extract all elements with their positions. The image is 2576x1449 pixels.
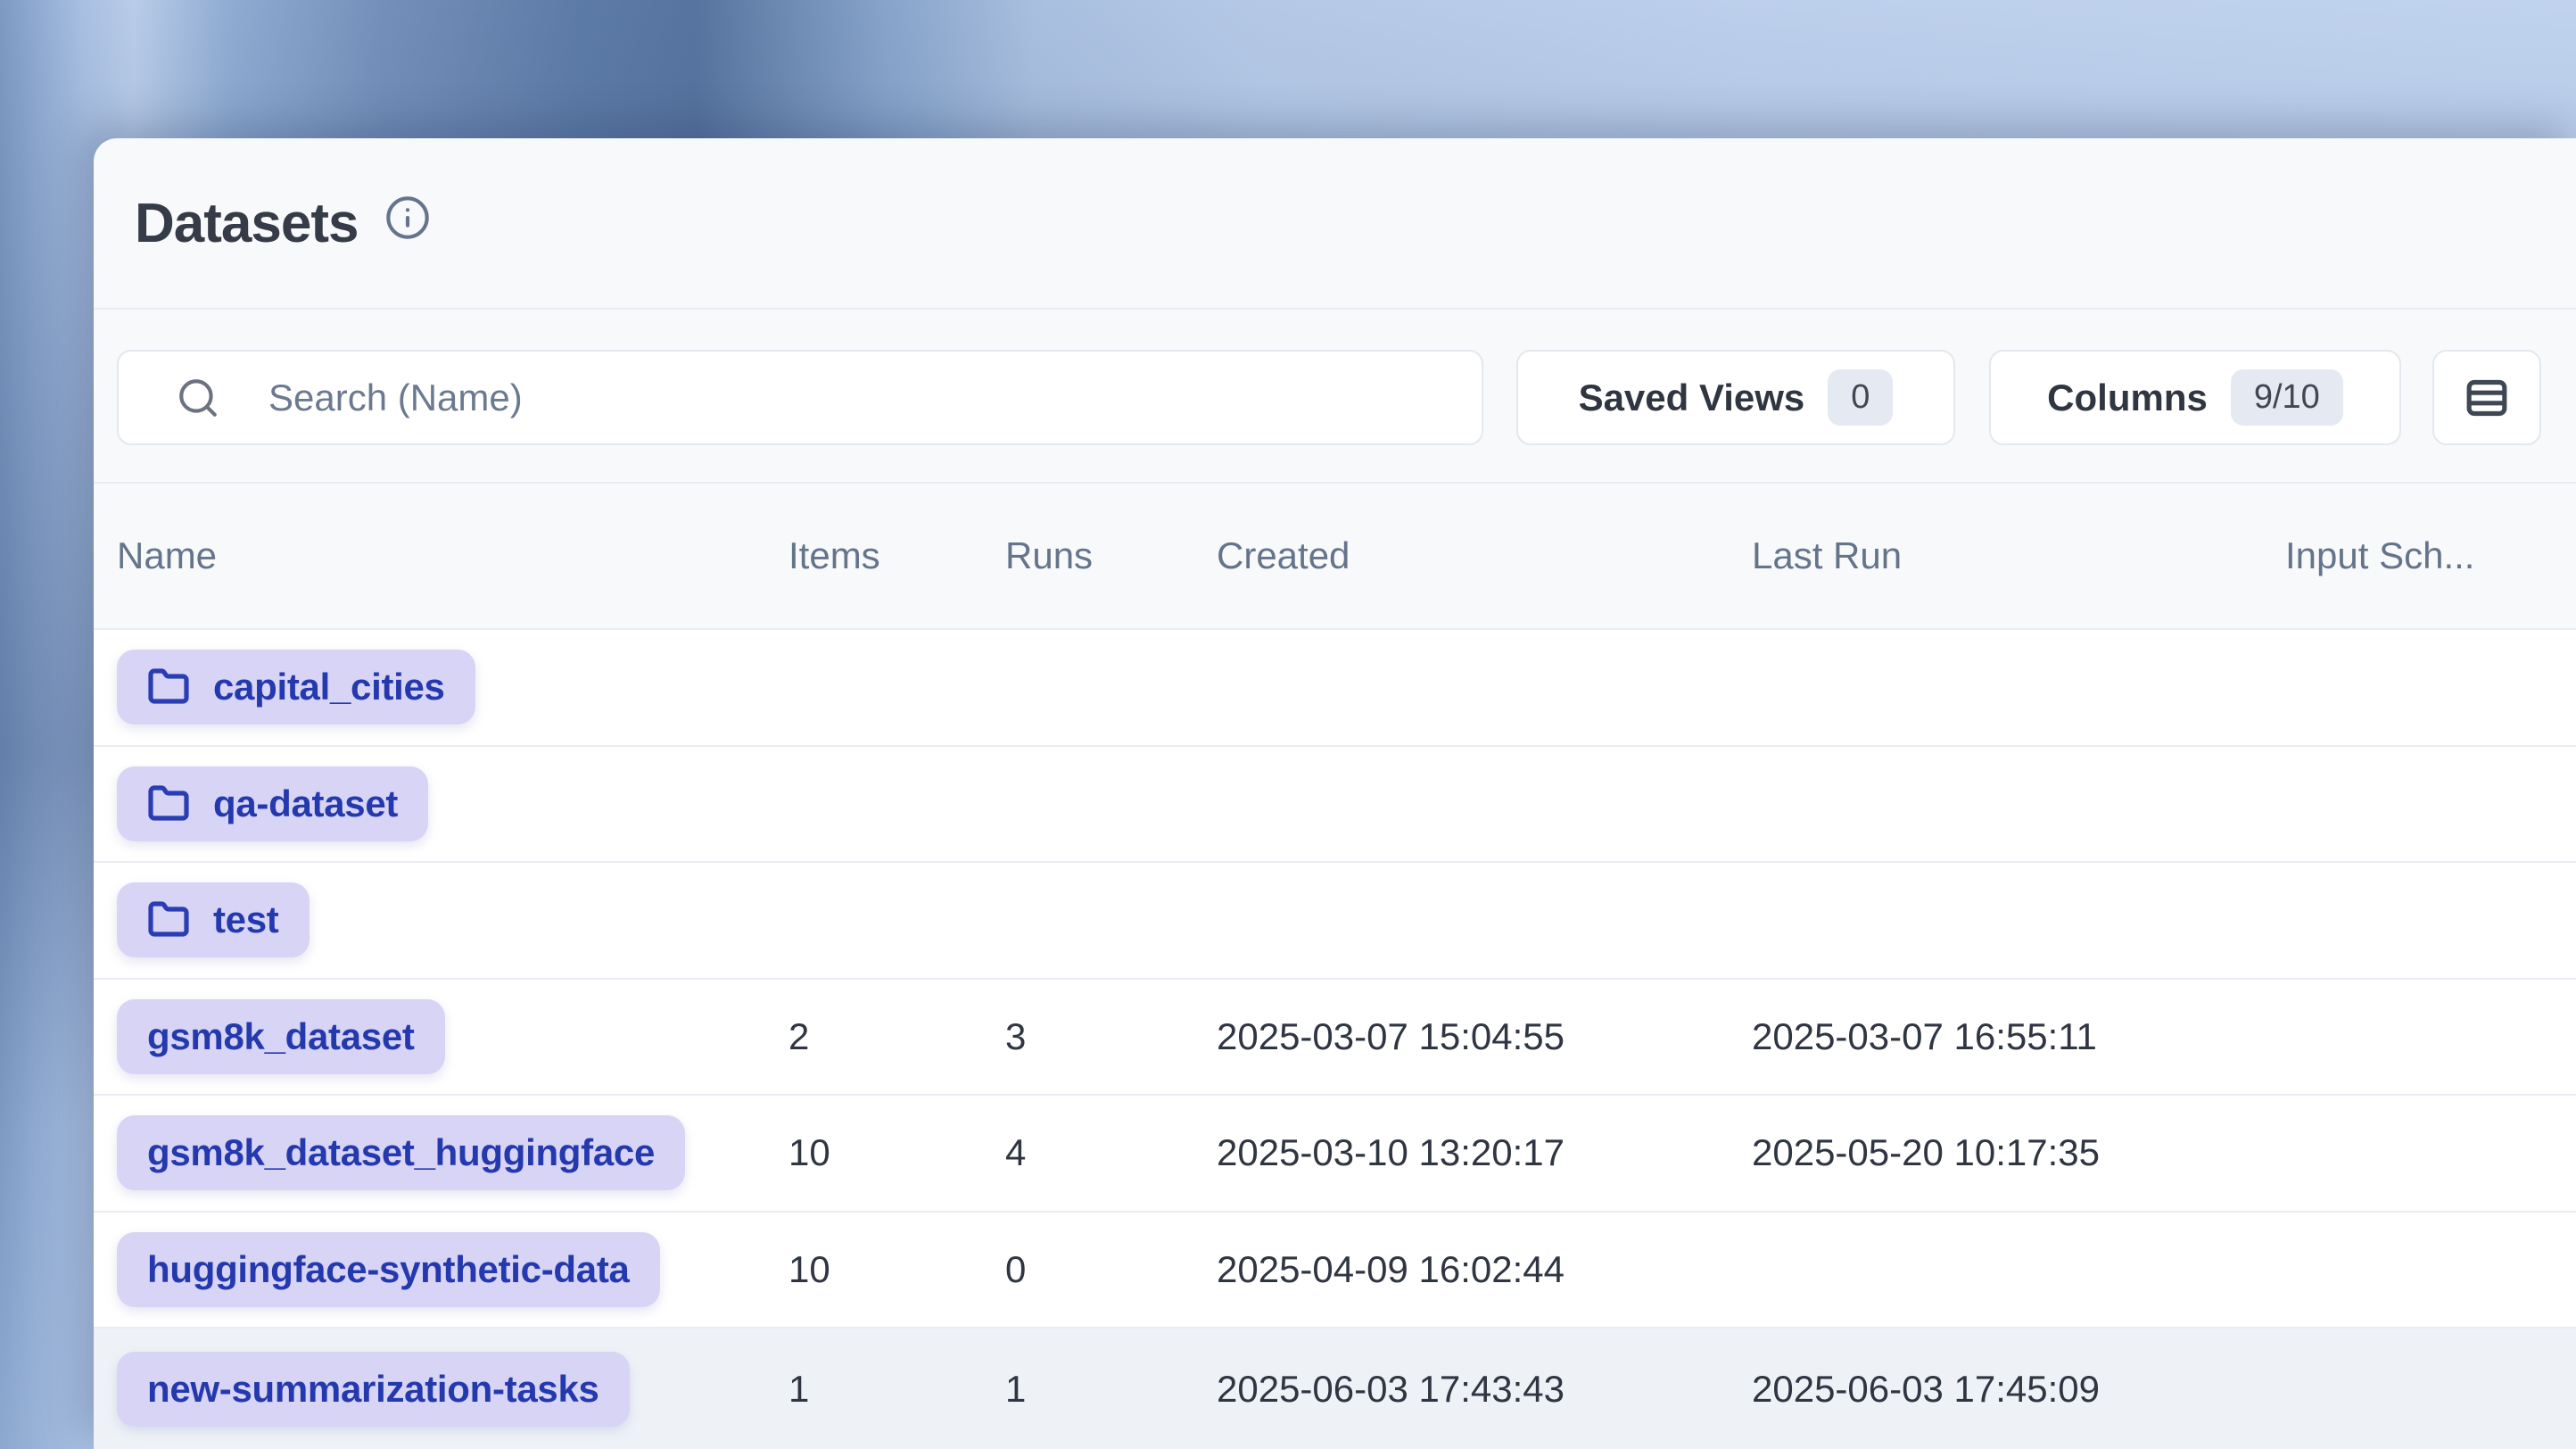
- dataset-name-label: capital_cities: [213, 666, 445, 708]
- search-icon: [176, 376, 220, 420]
- folder-icon: [147, 898, 190, 941]
- table-row: capital_cities: [94, 628, 2576, 745]
- rows-icon: [2462, 373, 2512, 423]
- dataset-name-label: gsm8k_dataset: [147, 1015, 415, 1058]
- columns-button[interactable]: Columns 9/10: [1989, 350, 2401, 445]
- column-header-items[interactable]: Items: [788, 534, 1005, 577]
- info-icon[interactable]: [384, 195, 431, 241]
- toolbar: Saved Views 0 Columns 9/10: [94, 310, 2576, 482]
- page-title: Datasets: [135, 192, 358, 255]
- runs-cell: 1: [1005, 1368, 1217, 1411]
- table-row: qa-dataset: [94, 745, 2576, 862]
- runs-cell: 4: [1005, 1131, 1217, 1174]
- folder-icon: [147, 666, 190, 708]
- datasets-table: Name Items Runs Created Last Run Input S…: [94, 484, 2576, 1449]
- runs-cell: 0: [1005, 1248, 1217, 1291]
- dataset-name-badge[interactable]: capital_cities: [117, 650, 475, 724]
- last-run-cell: 2025-03-07 16:55:11: [1752, 1015, 2285, 1058]
- table-row: huggingface-synthetic-data 10 0 2025-04-…: [94, 1211, 2576, 1328]
- columns-label: Columns: [2047, 377, 2208, 419]
- table-row: test: [94, 861, 2576, 978]
- search-box: [117, 350, 1483, 445]
- dataset-name-label: test: [213, 898, 279, 941]
- row-height-button[interactable]: [2432, 350, 2541, 445]
- last-run-cell: 2025-06-03 17:45:09: [1752, 1368, 2285, 1411]
- column-header-name[interactable]: Name: [117, 534, 788, 577]
- search-input[interactable]: [268, 352, 1428, 443]
- dataset-name-badge[interactable]: gsm8k_dataset_huggingface: [117, 1115, 685, 1190]
- dataset-name-label: new-summarization-tasks: [147, 1368, 599, 1411]
- items-cell: 10: [788, 1131, 1005, 1174]
- columns-count-badge: 9/10: [2231, 369, 2343, 426]
- items-cell: 1: [788, 1368, 1005, 1411]
- dataset-name-badge[interactable]: qa-dataset: [117, 766, 428, 841]
- dataset-name-label: gsm8k_dataset_huggingface: [147, 1131, 655, 1174]
- dataset-name-label: qa-dataset: [213, 782, 398, 825]
- datasets-panel: Datasets Saved Views 0 Columns 9/10: [94, 138, 2576, 1449]
- last-run-cell: 2025-05-20 10:17:35: [1752, 1131, 2285, 1174]
- folder-icon: [147, 782, 190, 825]
- dataset-name-badge[interactable]: huggingface-synthetic-data: [117, 1232, 660, 1307]
- column-header-created[interactable]: Created: [1217, 534, 1752, 577]
- column-header-input-schema[interactable]: Input Sch...: [2285, 534, 2576, 577]
- dataset-name-badge[interactable]: new-summarization-tasks: [117, 1352, 630, 1427]
- column-header-runs[interactable]: Runs: [1005, 534, 1217, 577]
- dataset-name-badge[interactable]: test: [117, 882, 310, 957]
- items-cell: 2: [788, 1015, 1005, 1058]
- saved-views-button[interactable]: Saved Views 0: [1516, 350, 1955, 445]
- column-header-last-run[interactable]: Last Run: [1752, 534, 2285, 577]
- created-cell: 2025-04-09 16:02:44: [1217, 1248, 1752, 1291]
- dataset-name-badge[interactable]: gsm8k_dataset: [117, 999, 445, 1074]
- created-cell: 2025-03-10 13:20:17: [1217, 1131, 1752, 1174]
- panel-header: Datasets: [94, 138, 2576, 308]
- saved-views-label: Saved Views: [1579, 377, 1805, 419]
- created-cell: 2025-06-03 17:43:43: [1217, 1368, 1752, 1411]
- saved-views-count-badge: 0: [1828, 369, 1893, 426]
- items-cell: 10: [788, 1248, 1005, 1291]
- dataset-name-label: huggingface-synthetic-data: [147, 1248, 630, 1291]
- table-header-row: Name Items Runs Created Last Run Input S…: [94, 484, 2576, 628]
- table-row: gsm8k_dataset 2 3 2025-03-07 15:04:55 20…: [94, 978, 2576, 1095]
- table-row: new-summarization-tasks 1 1 2025-06-03 1…: [94, 1327, 2576, 1449]
- runs-cell: 3: [1005, 1015, 1217, 1058]
- table-row: gsm8k_dataset_huggingface 10 4 2025-03-1…: [94, 1094, 2576, 1211]
- created-cell: 2025-03-07 15:04:55: [1217, 1015, 1752, 1058]
